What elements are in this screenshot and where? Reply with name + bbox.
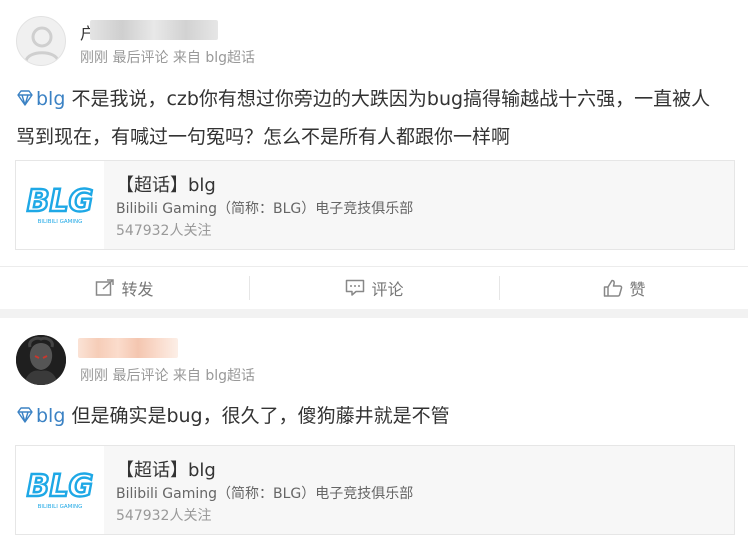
- repost-icon: [96, 279, 115, 296]
- thumbs-up-icon: [604, 279, 623, 297]
- super-topic-card[interactable]: BLG BILIBILI GAMING 【超话】blg Bilibili Gam…: [15, 445, 735, 535]
- avatar[interactable]: [16, 335, 66, 385]
- topic-label[interactable]: blg: [36, 88, 65, 110]
- repost-button[interactable]: 转发: [0, 267, 249, 309]
- logo-subtext: BILIBILI GAMING: [38, 219, 83, 225]
- topic-label[interactable]: blg: [36, 405, 65, 427]
- topic-link[interactable]: blg: [16, 405, 65, 427]
- like-button[interactable]: 赞: [500, 267, 748, 309]
- post-content: blg 但是确实是bug，很久了，傻狗藤井就是不管: [16, 397, 728, 435]
- post-content: blg 不是我说，czb你有想过你旁边的大跌因为bug搞得输越战十六强，一直被人…: [16, 80, 728, 156]
- post-actions-bar: 转发 评论 赞: [0, 266, 748, 310]
- redacted-name-blur: [90, 20, 218, 40]
- redacted-name-blur: [78, 338, 178, 358]
- blg-logo-image: BLG BILIBILI GAMING: [25, 183, 94, 225]
- post-meta: 刚刚 最后评论 来自 blg超话: [80, 50, 256, 66]
- super-topic-diamond-icon: [17, 407, 33, 423]
- comment-button[interactable]: 评论: [250, 267, 499, 309]
- like-label: 赞: [629, 280, 646, 299]
- post-meta: 刚刚 最后评论 来自 blg超话: [80, 368, 256, 384]
- card-description: Bilibili Gaming（简称：BLG）电子竞技俱乐部: [116, 201, 414, 217]
- topic-link[interactable]: blg: [16, 88, 65, 110]
- logo-text: BLG: [27, 469, 94, 504]
- blg-logo-image: BLG BILIBILI GAMING: [25, 468, 94, 510]
- card-title: 【超话】blg: [116, 175, 216, 196]
- follower-count: 547932人关注: [116, 223, 212, 239]
- super-topic-card[interactable]: BLG BILIBILI GAMING 【超话】blg Bilibili Gam…: [15, 160, 735, 250]
- blg-logo: BLG BILIBILI GAMING: [16, 446, 104, 534]
- post-text: 不是我说，czb你有想过你旁边的大跌因为bug搞得输越战十六强，一直被人骂到现在…: [16, 88, 711, 148]
- follower-count: 547932人关注: [116, 508, 212, 524]
- card-description: Bilibili Gaming（简称：BLG）电子竞技俱乐部: [116, 486, 414, 502]
- avatar[interactable]: [16, 16, 66, 66]
- card-title: 【超话】blg: [116, 460, 216, 481]
- post-1: 户 刚刚 最后评论 来自 blg超话 blg 不是我说，czb你有想过你旁边的大…: [0, 0, 748, 310]
- default-avatar-icon: [24, 26, 60, 62]
- super-topic-diamond-icon: [17, 90, 33, 106]
- comment-label: 评论: [371, 280, 404, 299]
- post-separator: [0, 309, 748, 318]
- user-avatar-image: [16, 335, 66, 385]
- logo-subtext: BILIBILI GAMING: [38, 504, 83, 510]
- logo-text: BLG: [27, 184, 94, 219]
- blg-logo: BLG BILIBILI GAMING: [16, 161, 104, 249]
- comment-icon: [346, 279, 365, 296]
- post-2: 刚刚 最后评论 来自 blg超话 blg 但是确实是bug，很久了，傻狗藤井就是…: [0, 318, 748, 550]
- repost-label: 转发: [121, 280, 154, 299]
- post-text: 但是确实是bug，很久了，傻狗藤井就是不管: [65, 405, 450, 427]
